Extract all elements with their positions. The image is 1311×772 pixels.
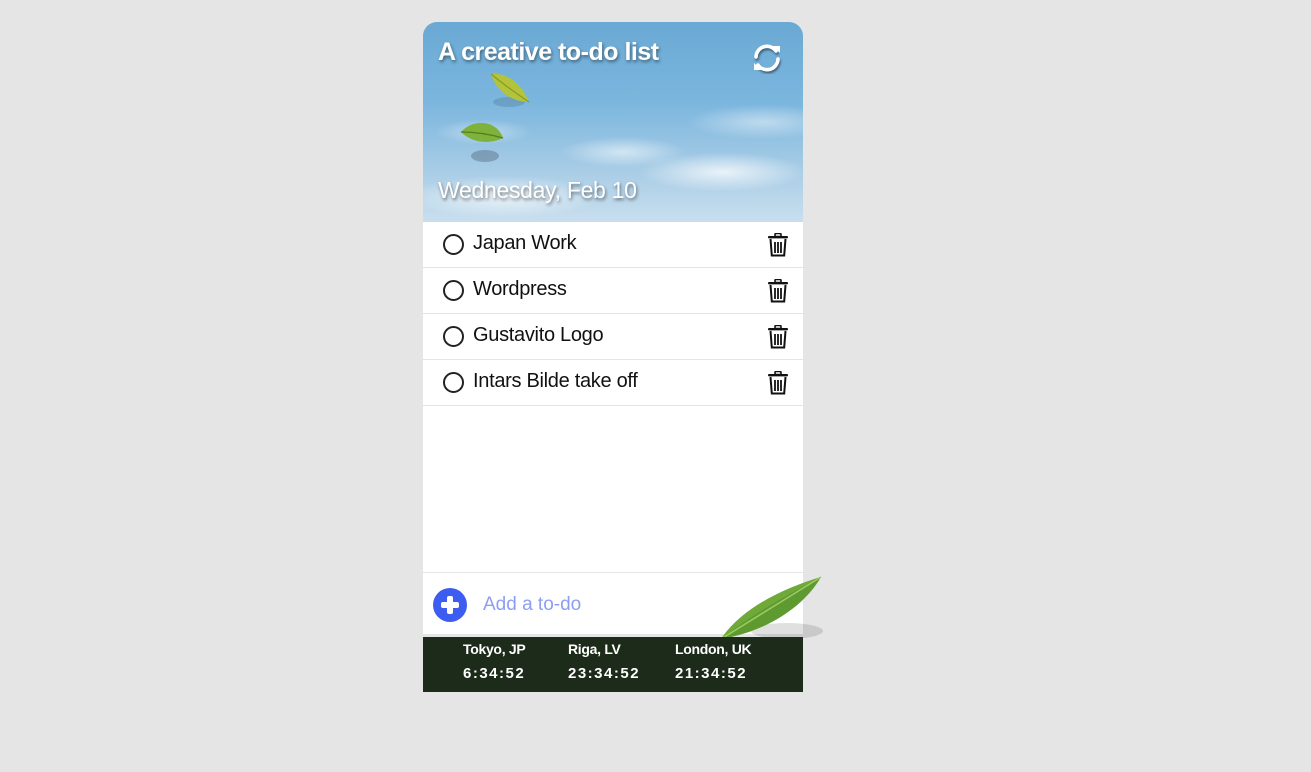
leaf-icon — [490, 73, 530, 107]
trash-icon[interactable] — [767, 279, 789, 303]
clock-city: Riga, LV — [568, 641, 621, 657]
plus-icon[interactable] — [433, 588, 467, 622]
clock-tokyo: Tokyo, JP 6:34:52 — [463, 641, 526, 682]
header-banner: A creative to-do list Wednesday, Feb 10 — [423, 22, 803, 222]
clock-city: Tokyo, JP — [463, 641, 526, 657]
app-title: A creative to-do list — [438, 38, 659, 66]
clock-time: 21:34:52 — [675, 665, 748, 682]
add-todo-input[interactable] — [481, 589, 725, 621]
leaf-icon — [720, 576, 823, 640]
trash-icon[interactable] — [767, 325, 789, 349]
todo-checkbox[interactable] — [443, 234, 464, 255]
todo-app: A creative to-do list Wednesday, Feb 10 … — [423, 22, 823, 692]
todo-item: Intars Bilde take off — [423, 360, 803, 406]
todo-label: Wordpress — [473, 278, 567, 300]
todo-checkbox[interactable] — [443, 280, 464, 301]
trash-icon[interactable] — [767, 233, 789, 257]
clock-time: 23:34:52 — [568, 665, 641, 682]
todo-label: Japan Work — [473, 232, 577, 254]
todo-list: Japan Work Wordpress Gustavito Logo Inta… — [423, 222, 803, 572]
clock-london: London, UK 21:34:52 — [675, 641, 752, 682]
todo-item: Gustavito Logo — [423, 314, 803, 360]
todo-item: Japan Work — [423, 222, 803, 268]
todo-label: Gustavito Logo — [473, 324, 604, 346]
world-clocks: Tokyo, JP 6:34:52 Riga, LV 23:34:52 Lond… — [423, 637, 803, 692]
todo-item: Wordpress — [423, 268, 803, 314]
todo-checkbox[interactable] — [443, 326, 464, 347]
trash-icon[interactable] — [767, 371, 789, 395]
clock-time: 6:34:52 — [463, 665, 526, 682]
refresh-icon[interactable] — [751, 42, 783, 74]
leaf-icon — [460, 122, 504, 162]
clock-riga: Riga, LV 23:34:52 — [568, 641, 640, 682]
current-date: Wednesday, Feb 10 — [438, 177, 637, 203]
clock-city: London, UK — [675, 641, 752, 657]
todo-label: Intars Bilde take off — [473, 370, 638, 392]
todo-checkbox[interactable] — [443, 372, 464, 393]
